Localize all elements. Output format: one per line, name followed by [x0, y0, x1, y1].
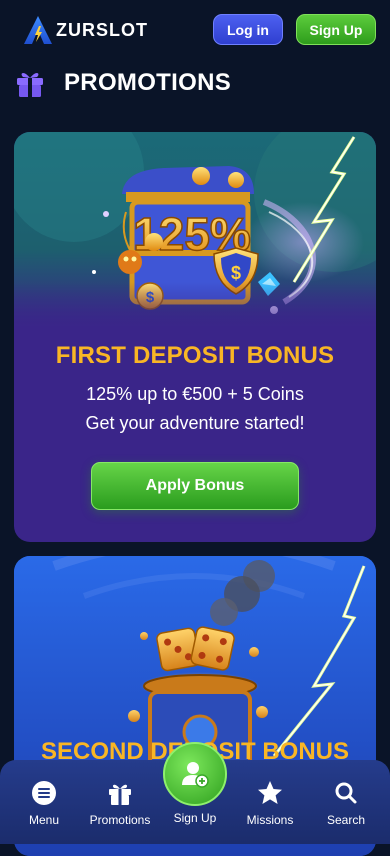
page-title-row: PROMOTIONS [14, 64, 231, 102]
signup-button[interactable]: Sign Up [296, 14, 376, 45]
nav-label: Sign Up [173, 811, 217, 825]
nav-item-signup[interactable] [163, 742, 227, 806]
nav-item-promotions[interactable]: Promotions [81, 780, 159, 827]
menu-icon [32, 781, 56, 805]
brand-logo-icon [24, 16, 52, 44]
apply-bonus-button[interactable]: Apply Bonus [91, 462, 299, 510]
promo-description-line-1: 125% up to €500 + 5 Coins [86, 384, 304, 404]
add-user-icon [182, 762, 209, 788]
svg-text:$: $ [231, 263, 241, 283]
nav-label: Missions [246, 813, 294, 827]
nav-label: Search [326, 813, 366, 827]
star-icon [258, 781, 282, 804]
promo-description-line-2: Get your adventure started! [85, 413, 305, 433]
gift-icon [17, 72, 43, 97]
login-button[interactable]: Log in [213, 14, 283, 45]
nav-item-menu[interactable]: Menu [5, 780, 83, 827]
page-title: PROMOTIONS [64, 69, 232, 96]
search-icon [335, 782, 357, 804]
gift-icon [109, 784, 131, 805]
card-art-fade [14, 282, 376, 342]
promo-card-first-deposit: 125% $ $ FIRST DEPOSIT BONUS 125% up to … [14, 132, 376, 542]
promo-title: FIRST DEPOSIT BONUS [55, 342, 335, 369]
nav-item-search[interactable]: Search [307, 780, 385, 827]
nav-item-missions[interactable]: Missions [231, 780, 309, 827]
top-header: ZURSLOT Log in Sign Up [0, 0, 390, 62]
nav-label: Menu [28, 813, 60, 827]
brand-logo[interactable]: ZURSLOT [22, 14, 148, 46]
brand-name: ZURSLOT [56, 19, 148, 40]
nav-label: Promotions [89, 813, 151, 827]
